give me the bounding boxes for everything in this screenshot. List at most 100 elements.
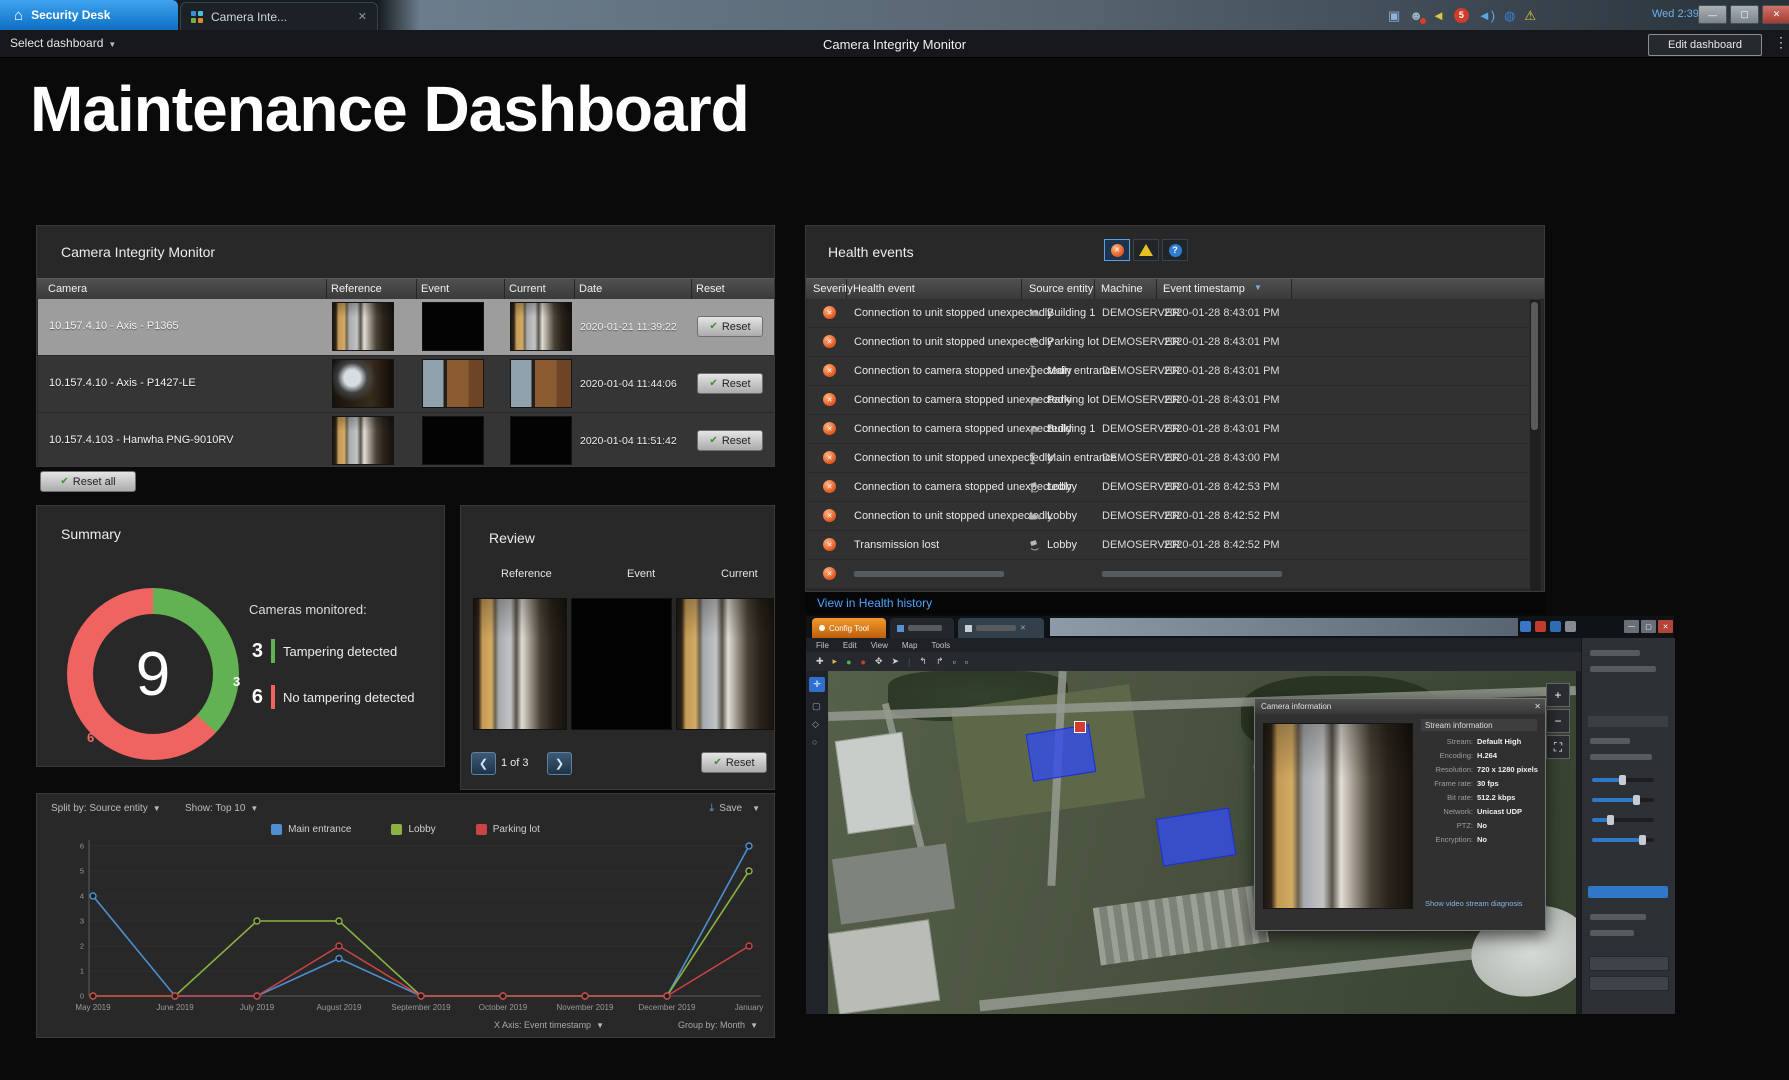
reset-button[interactable]: ✔Reset bbox=[697, 316, 763, 337]
maximize-button[interactable]: ▢ bbox=[1730, 5, 1759, 24]
health-event-row[interactable]: ✕Connection to camera stopped unexpected… bbox=[807, 473, 1529, 502]
slider[interactable] bbox=[1592, 798, 1654, 802]
selection-tool-active[interactable]: ✛ bbox=[809, 677, 825, 692]
online-icon[interactable]: ● bbox=[846, 657, 851, 667]
tab-map-view[interactable]: ✕ bbox=[958, 618, 1044, 638]
show-video-button[interactable] bbox=[1589, 956, 1669, 971]
col-event[interactable]: Event bbox=[421, 283, 449, 295]
fit-view-button[interactable]: ⛶ bbox=[1546, 735, 1570, 759]
stream-diagnosis-link[interactable]: Show video stream diagnosis bbox=[1425, 899, 1523, 908]
selected-row[interactable] bbox=[1588, 886, 1668, 898]
group-by-dropdown[interactable]: Group by: Month▼ bbox=[678, 1020, 758, 1030]
select-icon[interactable]: ➤ bbox=[892, 656, 900, 667]
health-event-row[interactable]: ✕Connection to camera stopped unexpected… bbox=[807, 357, 1529, 386]
stop-recording-button[interactable] bbox=[1589, 976, 1669, 991]
col-reference[interactable]: Reference bbox=[331, 283, 382, 295]
more-options-icon[interactable]: ⋮ bbox=[1774, 34, 1788, 51]
filter-info-button[interactable]: ? bbox=[1162, 239, 1188, 261]
health-event-row[interactable]: ✕Connection to camera stopped unexpected… bbox=[807, 386, 1529, 415]
dialog-close-icon[interactable]: ✕ bbox=[1534, 702, 1541, 711]
sort-desc-icon[interactable]: ▼ bbox=[1254, 283, 1262, 292]
show-top-dropdown[interactable]: Show: Top 10▼ bbox=[185, 803, 258, 814]
edit-dashboard-button[interactable]: Edit dashboard bbox=[1648, 34, 1762, 56]
reset-all-button[interactable]: ✔ Reset all bbox=[40, 471, 136, 492]
record-icon[interactable] bbox=[1535, 621, 1546, 632]
menu-view[interactable]: View bbox=[871, 641, 888, 650]
add-icon[interactable]: ✚ bbox=[816, 656, 824, 667]
legend-item-parking-lot[interactable]: Parking lot bbox=[476, 824, 540, 835]
open-icon[interactable]: ▸ bbox=[833, 656, 838, 667]
review-reset-button[interactable]: ✔ Reset bbox=[701, 752, 767, 773]
user-icon[interactable] bbox=[1520, 621, 1531, 632]
megaphone-icon[interactable]: ◄ bbox=[1432, 9, 1445, 22]
health-event-row[interactable]: ✕Connection to unit stopped unexpectedly… bbox=[807, 299, 1529, 328]
close-tab-icon[interactable]: ✕ bbox=[1020, 624, 1026, 632]
slider[interactable] bbox=[1592, 838, 1654, 842]
legend-item-lobby[interactable]: Lobby bbox=[391, 824, 435, 835]
slider[interactable] bbox=[1592, 818, 1654, 822]
reset-button[interactable]: ✔Reset bbox=[697, 430, 763, 451]
close-tab-icon[interactable]: ✕ bbox=[358, 10, 367, 23]
col-reset[interactable]: Reset bbox=[696, 283, 725, 295]
redo-icon[interactable]: ↱ bbox=[936, 656, 944, 667]
col-health-event[interactable]: Health event bbox=[853, 283, 915, 295]
col-event-timestamp[interactable]: Event timestamp bbox=[1163, 283, 1245, 295]
settings-icon[interactable] bbox=[1565, 621, 1576, 632]
undo-icon[interactable]: ↰ bbox=[919, 656, 927, 667]
close-button[interactable]: ✕ bbox=[1762, 5, 1789, 24]
layers-icon[interactable]: ▫ bbox=[952, 657, 955, 667]
tool-icon[interactable]: ○ bbox=[812, 737, 817, 747]
col-machine[interactable]: Machine bbox=[1101, 283, 1143, 295]
tab-security-desk[interactable]: ⌂ Security Desk bbox=[0, 0, 178, 30]
health-event-row[interactable]: ✕Transmission lostLobbyDEMOSERVER2020-01… bbox=[807, 531, 1529, 560]
maximize-button[interactable]: ▢ bbox=[1641, 620, 1656, 633]
slider[interactable] bbox=[1592, 778, 1654, 782]
health-event-row[interactable]: ✕Connection to unit stopped unexpectedly… bbox=[807, 328, 1529, 357]
previous-page-button[interactable]: ❮ bbox=[471, 752, 496, 775]
reset-button[interactable]: ✔Reset bbox=[697, 373, 763, 394]
user-icon[interactable]: ☻ bbox=[1409, 9, 1423, 22]
tab-camera-integrity[interactable]: Camera Inte... ✕ bbox=[180, 2, 378, 30]
view-health-history-link[interactable]: View in Health history bbox=[817, 596, 932, 610]
col-date[interactable]: Date bbox=[579, 283, 602, 295]
offline-icon[interactable]: ● bbox=[861, 657, 866, 667]
cim-table-row[interactable]: 10.157.4.10 - Axis - P1427-LE2020-01-04 … bbox=[38, 356, 775, 413]
filter-errors-button[interactable]: ✕ bbox=[1104, 239, 1130, 261]
split-by-dropdown[interactable]: Split by: Source entity▼ bbox=[51, 803, 161, 814]
zoom-in-button[interactable]: + bbox=[1546, 683, 1570, 707]
next-page-button[interactable]: ❯ bbox=[547, 752, 572, 775]
close-button[interactable]: ✕ bbox=[1658, 620, 1673, 633]
minimize-button[interactable]: — bbox=[1698, 5, 1727, 24]
menu-edit[interactable]: Edit bbox=[843, 641, 857, 650]
cim-table-row[interactable]: 10.157.4.10 - Axis - P13652020-01-21 11:… bbox=[38, 299, 775, 356]
monitor-icon[interactable]: ▣ bbox=[1388, 9, 1400, 22]
health-event-row[interactable]: ✕Connection to camera stopped unexpected… bbox=[807, 415, 1529, 444]
health-event-row[interactable]: ✕Connection to unit stopped unexpectedly… bbox=[807, 502, 1529, 531]
menu-map[interactable]: Map bbox=[902, 641, 918, 650]
zoom-out-button[interactable]: − bbox=[1546, 709, 1570, 733]
tab-config-tool[interactable]: Config Tool bbox=[812, 618, 886, 638]
tool-icon[interactable]: ◇ bbox=[812, 719, 819, 730]
dialog-title-bar[interactable]: Camera information bbox=[1255, 699, 1545, 714]
filter-warnings-button[interactable] bbox=[1133, 239, 1159, 261]
building-zone-overlay[interactable] bbox=[1156, 808, 1237, 867]
camera-marker[interactable] bbox=[1074, 721, 1086, 733]
menu-tools[interactable]: Tools bbox=[931, 641, 950, 650]
legend-item-main-entrance[interactable]: Main entrance bbox=[271, 824, 351, 835]
scrollbar[interactable] bbox=[1529, 299, 1542, 592]
speaker-icon[interactable]: ◄) bbox=[1478, 9, 1495, 22]
network-icon[interactable] bbox=[1550, 621, 1561, 632]
col-source-entity[interactable]: Source entity bbox=[1029, 283, 1093, 295]
scrollbar-thumb[interactable] bbox=[1531, 302, 1538, 430]
grid-icon[interactable]: ▫ bbox=[965, 657, 968, 667]
warning-icon[interactable]: ⚠ bbox=[1524, 9, 1536, 22]
alarm-count-badge[interactable]: 5 bbox=[1454, 8, 1469, 23]
col-camera[interactable]: Camera bbox=[48, 283, 87, 295]
col-current[interactable]: Current bbox=[509, 283, 546, 295]
tab-secondary[interactable] bbox=[890, 618, 954, 638]
minimize-button[interactable]: — bbox=[1624, 620, 1639, 633]
x-axis-dropdown[interactable]: X Axis: Event timestamp▼ bbox=[494, 1020, 604, 1030]
menu-file[interactable]: File bbox=[816, 641, 829, 650]
globe-icon[interactable]: ◍ bbox=[1504, 9, 1515, 22]
tool-icon[interactable]: ▢ bbox=[812, 701, 821, 712]
